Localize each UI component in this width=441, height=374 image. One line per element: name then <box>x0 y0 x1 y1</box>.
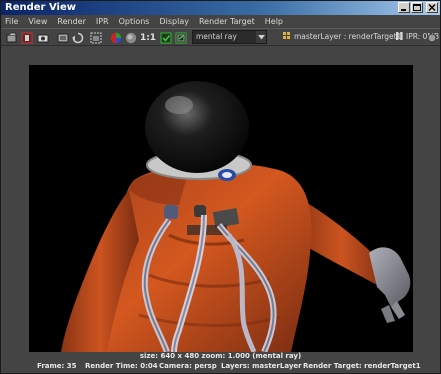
menu-ipr[interactable]: IPR <box>96 17 109 26</box>
remove-image-button[interactable] <box>174 31 187 44</box>
window-controls <box>398 2 438 13</box>
snapshot-button[interactable] <box>36 31 49 44</box>
real-size-button[interactable]: 1:1 <box>140 31 156 44</box>
render-info-bar: Frame: 35 Render Time: 0:04 Camera: pers… <box>1 361 440 372</box>
render-layer-icon <box>283 32 290 39</box>
close-button[interactable] <box>426 2 438 13</box>
astronaut-render <box>29 65 413 352</box>
menu-bar: File View Render IPR Options Display Ren… <box>1 15 440 28</box>
render-time-status: Render Time: 0:04 <box>85 362 158 370</box>
menu-file[interactable]: File <box>5 17 18 26</box>
ipr-settings-button[interactable] <box>427 31 437 44</box>
title-bar[interactable]: Render View <box>1 1 440 15</box>
keep-image-icon <box>160 32 171 43</box>
ipr-render-button[interactable] <box>56 31 69 44</box>
render-view-window: Render View File View Render IPR Options… <box>0 0 441 374</box>
refresh-ipr-button[interactable] <box>71 31 84 44</box>
chevron-down-icon <box>256 31 266 43</box>
render-viewport[interactable] <box>1 46 440 352</box>
maximize-icon <box>413 4 421 11</box>
menu-help[interactable]: Help <box>265 17 283 26</box>
camera-status: Camera: persp <box>159 362 217 370</box>
renderer-value: mental ray <box>196 32 237 41</box>
layers-status: Layers: masterLayer <box>221 362 302 370</box>
frame-status: Frame: 35 <box>37 362 77 370</box>
window-title: Render View <box>5 2 76 13</box>
menu-display[interactable]: Display <box>159 17 189 26</box>
ipr-region-icon <box>90 32 101 43</box>
redo-render-button[interactable] <box>5 31 18 44</box>
renderer-dropdown[interactable]: mental ray <box>192 30 267 44</box>
alpha-channel-icon <box>125 32 136 43</box>
render-target-status: Render Target: renderTarget1 <box>303 362 421 370</box>
pause-button[interactable] <box>396 31 403 45</box>
menu-render[interactable]: Render <box>57 17 85 26</box>
ipr-settings-icon <box>427 33 437 42</box>
render-region-button[interactable] <box>20 31 33 44</box>
keep-image-button[interactable] <box>159 31 172 44</box>
minimize-button[interactable] <box>398 2 410 13</box>
maximize-button[interactable] <box>411 2 423 13</box>
menu-render-target[interactable]: Render Target <box>199 17 255 26</box>
rendered-image <box>29 65 413 352</box>
ipr-render-icon <box>57 33 68 42</box>
close-icon <box>428 4 436 11</box>
ipr-region-button[interactable] <box>89 31 102 44</box>
rgb-channel-icon <box>110 32 121 43</box>
redo-render-icon <box>6 32 16 42</box>
menu-options[interactable]: Options <box>119 17 150 26</box>
minimize-icon <box>401 9 406 11</box>
alpha-channel-button[interactable] <box>124 31 137 44</box>
image-size-status: size: 640 x 480 zoom: 1.000 (mental ray) <box>139 352 302 360</box>
render-region-icon <box>21 32 32 43</box>
layer-target-label: masterLayer : renderTarget1 <box>294 32 402 41</box>
pause-icon <box>396 32 403 40</box>
menu-view[interactable]: View <box>28 17 47 26</box>
refresh-ipr-icon <box>71 32 83 43</box>
toolbar: 1:1 mental ray masterLayer: renderTarge… <box>1 28 440 46</box>
rgb-channel-button[interactable] <box>109 31 122 44</box>
remove-image-icon <box>175 32 186 43</box>
snapshot-icon <box>37 34 48 42</box>
zoom-label: 1:1 <box>139 32 157 43</box>
layer-target-indicator: masterLayer : renderTarget1 <box>283 30 401 44</box>
